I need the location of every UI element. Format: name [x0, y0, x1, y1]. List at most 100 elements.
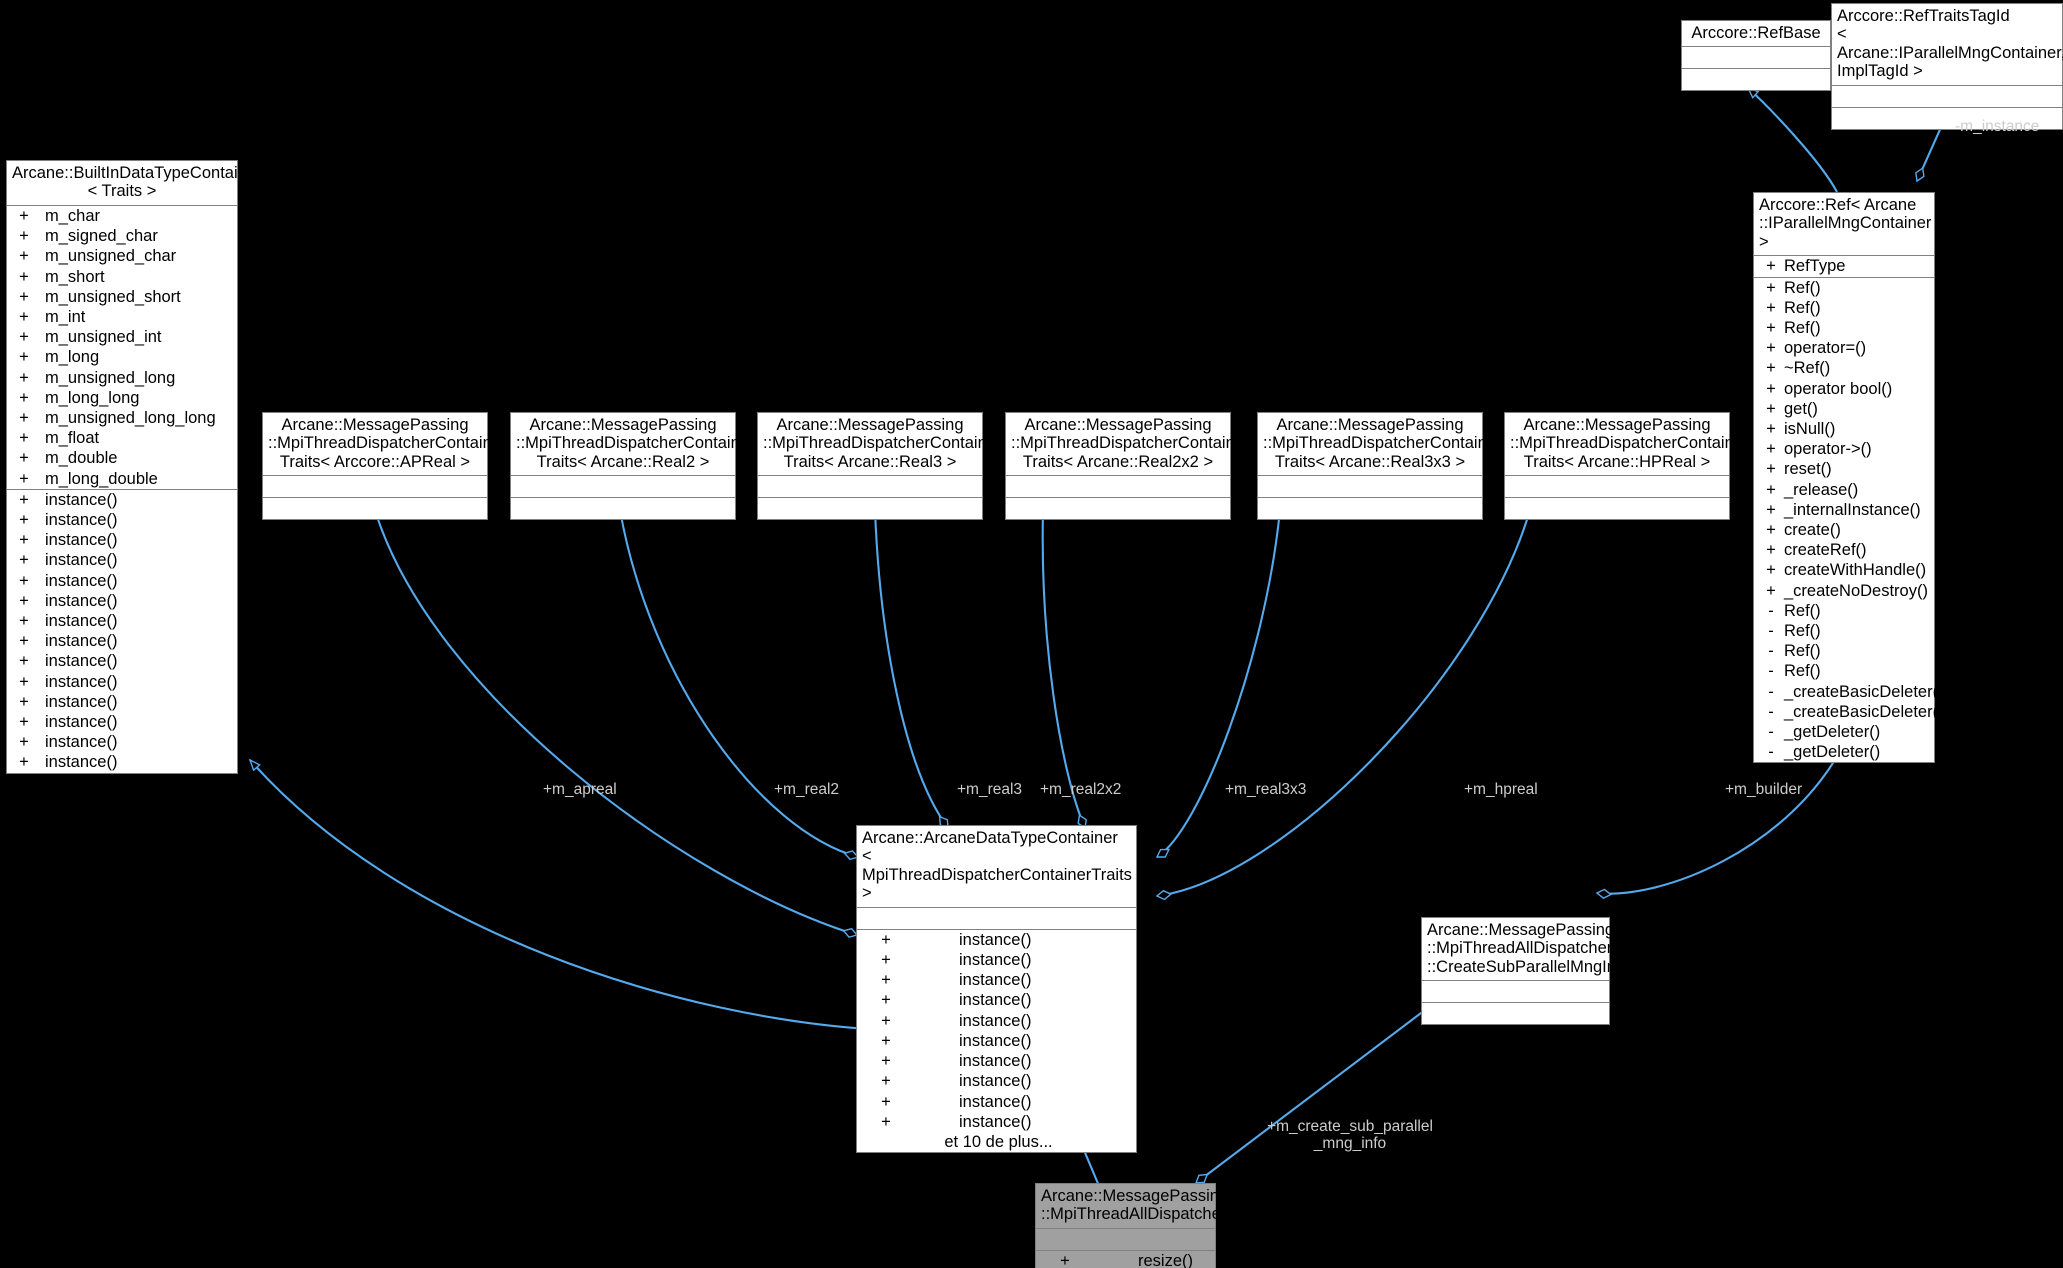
node-attributes — [857, 908, 1136, 930]
member-name: get() — [1784, 399, 1818, 418]
member-visibility: + — [881, 991, 891, 1010]
class-member: + m_unsigned_long — [7, 368, 237, 388]
member-visibility: + — [19, 388, 29, 407]
member-name: instance() — [959, 1011, 1032, 1030]
class-member: + operator->() — [1754, 439, 1934, 459]
edge-label-m_hpreal: +m_hpreal — [1464, 781, 1538, 798]
member-visibility: + — [19, 267, 29, 286]
node-create-sub-parallelmng-info[interactable]: Arcane::MessagePassing ::MpiThreadAllDis… — [1421, 917, 1630, 1026]
node-ref-iparallelmngcontainer[interactable]: Arccore::Ref< Arcane ::IParallelMngConta… — [1753, 192, 1944, 764]
node-operations-more: et 10 de plus... — [944, 1132, 1053, 1151]
member-visibility: + — [881, 1072, 891, 1091]
node-traits-real2[interactable]: Arcane::MessagePassing ::MpiThreadDispat… — [510, 412, 754, 521]
member-visibility: + — [881, 971, 891, 990]
node-operations — [1422, 1003, 1609, 1024]
member-visibility: - — [1768, 642, 1774, 661]
class-member: + instance() — [7, 712, 237, 732]
class-member: + Ref() — [1754, 278, 1934, 298]
edge-m_real2 — [618, 509, 858, 857]
class-member: + instance() — [7, 591, 237, 611]
member-name: instance() — [45, 490, 118, 509]
node-reftraitstagid[interactable]: Arccore::RefTraitsTagId < Arcane::IParal… — [1831, 3, 2063, 130]
member-visibility: + — [881, 1052, 891, 1071]
member-name: instance() — [45, 632, 118, 651]
member-name: RefType — [1784, 257, 1846, 276]
member-name: instance() — [959, 991, 1032, 1010]
member-visibility: + — [19, 531, 29, 550]
member-visibility: + — [19, 713, 29, 732]
member-name: m_int — [45, 307, 86, 326]
member-name: instance() — [45, 591, 118, 610]
class-member: + ~Ref() — [1754, 358, 1934, 378]
edge-label-m_real3: +m_real3 — [957, 781, 1023, 798]
member-visibility: + — [19, 348, 29, 367]
node-attributes — [1006, 476, 1230, 499]
member-visibility: + — [19, 368, 29, 387]
class-member: - Ref() — [1754, 641, 1934, 661]
class-member: + isNull() — [1754, 419, 1934, 439]
member-name: instance() — [45, 652, 118, 671]
member-name: operator=() — [1784, 339, 1867, 358]
class-member: + instance() — [857, 990, 1136, 1010]
class-member: + instance() — [857, 970, 1136, 990]
node-title: Arcane::MessagePassing ::MpiThreadDispat… — [511, 413, 754, 477]
member-visibility: + — [19, 591, 29, 610]
member-name: instance() — [45, 510, 118, 529]
member-visibility: + — [19, 449, 29, 468]
class-member: - Ref() — [1754, 601, 1934, 621]
node-operations — [1258, 498, 1482, 519]
member-name: create() — [1784, 521, 1841, 540]
node-traits-real3[interactable]: Arcane::MessagePassing ::MpiThreadDispat… — [757, 412, 1001, 521]
member-name: operator bool() — [1784, 379, 1893, 398]
member-visibility: + — [19, 307, 29, 326]
edge-m_real3 — [873, 509, 949, 828]
member-visibility: + — [19, 672, 29, 691]
class-member: + instance() — [7, 550, 237, 570]
node-title: Arcane::MessagePassing ::MpiThreadDispat… — [1258, 413, 1501, 477]
member-name: m_char — [45, 206, 101, 225]
node-attributes — [511, 476, 735, 499]
node-title: Arccore::RefTraitsTagId < Arcane::IParal… — [1832, 4, 2063, 86]
node-traits-hpreal[interactable]: Arcane::MessagePassing ::MpiThreadDispat… — [1504, 412, 1748, 521]
member-visibility: + — [1766, 359, 1776, 378]
member-name: ~Ref() — [1784, 359, 1831, 378]
member-visibility: + — [881, 951, 891, 970]
member-visibility: + — [1766, 278, 1776, 297]
node-builtin-datatype-container[interactable]: Arcane::BuiltInDataTypeContainer < Trait… — [6, 160, 261, 774]
class-member: + Ref() — [1754, 318, 1934, 338]
class-member: + instance() — [7, 490, 237, 510]
node-refbase[interactable]: Arccore::RefBase — [1681, 20, 1831, 92]
member-name: instance() — [45, 551, 118, 570]
node-traits-real2x2[interactable]: Arcane::MessagePassing ::MpiThreadDispat… — [1005, 412, 1249, 521]
member-visibility: + — [1766, 298, 1776, 317]
edge-m_apreal — [373, 509, 857, 935]
class-member: - Ref() — [1754, 661, 1934, 681]
node-traits-apreal[interactable]: Arcane::MessagePassing ::MpiThreadDispat… — [262, 412, 506, 521]
member-name: instance() — [959, 1052, 1032, 1071]
node-attributes: + RefType — [1754, 256, 1934, 278]
member-visibility: + — [19, 733, 29, 752]
member-name: _internalInstance() — [1784, 500, 1921, 519]
member-visibility: + — [19, 551, 29, 570]
member-name: Ref() — [1784, 662, 1821, 681]
node-attributes — [1505, 476, 1729, 499]
node-mpi-thread-all-dispatcher[interactable]: Arcane::MessagePassing ::MpiThreadAllDis… — [1035, 1183, 1228, 1268]
node-title: Arccore::Ref< Arcane ::IParallelMngConta… — [1754, 193, 1934, 257]
class-member: + instance() — [857, 1011, 1136, 1031]
member-visibility: + — [1766, 521, 1776, 540]
edge-label-m_builder: +m_builder — [1725, 781, 1803, 798]
member-visibility: + — [19, 612, 29, 630]
node-traits-real3x3[interactable]: Arcane::MessagePassing ::MpiThreadDispat… — [1257, 412, 1501, 521]
edge-m_builder-visible — [1565, 742, 1815, 893]
member-visibility: + — [19, 408, 29, 427]
class-member: + m_unsigned_short — [7, 287, 237, 307]
member-name: Ref() — [1784, 278, 1821, 297]
node-operations — [1505, 498, 1729, 519]
class-member: - _createBasicDeleter() — [1754, 682, 1943, 702]
member-name: _createBasicDeleter() — [1784, 682, 1944, 701]
member-visibility: + — [881, 1011, 891, 1030]
node-operations: + instance() + instance() + instance() + instan… — [7, 490, 237, 773]
member-visibility: + — [1766, 399, 1776, 418]
node-arcane-datatype-container[interactable]: Arcane::ArcaneDataTypeContainer < MpiThr… — [856, 825, 1137, 1154]
member-visibility: + — [881, 1112, 891, 1131]
